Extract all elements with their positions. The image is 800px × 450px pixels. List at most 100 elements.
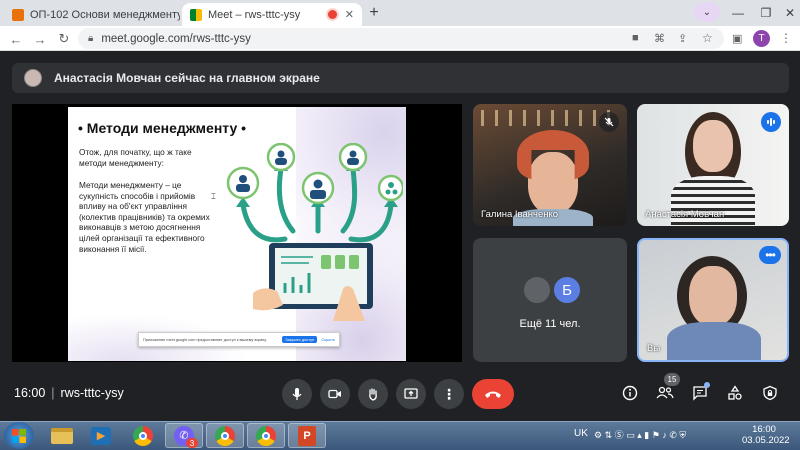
camera-button[interactable] bbox=[320, 379, 350, 409]
meeting-info: 16:00 | rws-tttc-ysy bbox=[14, 386, 124, 400]
hangup-icon bbox=[485, 391, 501, 398]
viber-tray-icon[interactable]: ✆ bbox=[669, 430, 677, 440]
screen-share-notice: Приложение meet.google.com предоставляет… bbox=[138, 332, 340, 347]
self-view-tile[interactable]: ••• Вы bbox=[637, 238, 789, 362]
raise-hand-button[interactable] bbox=[358, 379, 388, 409]
camera-icon bbox=[328, 389, 341, 399]
shared-slide: • Методи менеджменту • Отож, для початку… bbox=[68, 107, 406, 361]
participant-face bbox=[528, 152, 578, 214]
mic-off-icon bbox=[599, 112, 619, 132]
hand-icon bbox=[369, 388, 377, 401]
chrome-taskbar-app[interactable] bbox=[124, 423, 162, 448]
participant-name: Галина Іванченко bbox=[481, 209, 559, 220]
hide-notice-button[interactable]: Скрыть bbox=[321, 337, 335, 342]
close-tab-icon[interactable]: ✕ bbox=[345, 8, 354, 21]
shield-tray-icon[interactable]: ⛨ bbox=[679, 430, 686, 440]
camera-in-use-icon[interactable]: ■ bbox=[632, 32, 639, 44]
presenting-banner: Анастасія Мовчан сейчас на главном экран… bbox=[12, 63, 789, 93]
participant-avatar-photo bbox=[522, 275, 552, 305]
slide-title-text: Методи менеджменту bbox=[86, 120, 238, 136]
profile-avatar[interactable]: T bbox=[753, 30, 770, 47]
slide-body-line: (колектив працівників) та окремих bbox=[79, 211, 210, 222]
tab-course-title: ОП-102 Основи менеджменту bbox=[30, 8, 180, 21]
meet-favicon-icon bbox=[190, 8, 202, 21]
recording-dot-icon bbox=[327, 10, 337, 19]
powerpoint-logo-icon: P bbox=[298, 425, 316, 446]
language-indicator[interactable]: UK bbox=[574, 428, 588, 439]
back-arrow-icon[interactable]: ← bbox=[6, 29, 26, 49]
slide-body-line: сукупність способів і прийомів bbox=[79, 190, 196, 201]
tray-signal-icon[interactable]: ▮ bbox=[644, 430, 649, 440]
tray-flag-icon[interactable]: ⚑ bbox=[652, 430, 660, 440]
slide-body-line: впливу на об'єкт управління bbox=[79, 201, 187, 212]
host-controls-button[interactable] bbox=[756, 379, 784, 407]
new-tab-button[interactable]: + bbox=[365, 4, 383, 22]
share-icon[interactable]: ⇪ bbox=[678, 32, 687, 45]
skype-icon[interactable]: Ⓢ bbox=[615, 430, 624, 440]
tray-arrow-icon[interactable]: ▴ bbox=[637, 430, 642, 440]
translate-icon[interactable]: ⌘ bbox=[654, 32, 665, 45]
screen-share-notice-text: Приложение meet.google.com предоставляет… bbox=[143, 337, 267, 342]
participant-tile[interactable]: Галина Іванченко bbox=[473, 104, 627, 226]
participant-name: Анастасія Мовчан bbox=[645, 209, 725, 220]
chrome-logo-icon bbox=[133, 425, 153, 446]
chrome-profile-taskbar-app[interactable] bbox=[247, 423, 285, 448]
stop-sharing-button[interactable]: Закрыть доступ bbox=[282, 336, 318, 343]
viber-unread-badge: 3 bbox=[186, 438, 198, 448]
slide-body-line: Методи менеджменту – це bbox=[79, 180, 182, 190]
participant-face bbox=[689, 266, 737, 326]
start-button[interactable] bbox=[4, 422, 34, 449]
chrome-logo-icon bbox=[215, 425, 235, 446]
monitor-icon[interactable]: ▭ bbox=[626, 430, 635, 440]
slide-body-line: виконання її місії. bbox=[79, 243, 147, 254]
powerpoint-taskbar-app[interactable]: P bbox=[288, 423, 326, 448]
address-bar[interactable]: 🔒︎ meet.google.com/rws-tttc-ysy bbox=[78, 28, 724, 49]
participant-tile[interactable]: Анастасія Мовчан bbox=[637, 104, 789, 226]
tab-course[interactable]: ОП-102 Основи менеджменту ✕ bbox=[4, 3, 180, 26]
clock-date: 03.05.2022 bbox=[742, 435, 790, 446]
mouse-cursor-icon: ⌶ bbox=[211, 192, 216, 201]
menu-kebab-icon[interactable]: ⋮ bbox=[780, 31, 792, 45]
speaker-icon[interactable]: ♪ bbox=[662, 430, 667, 440]
chrome-logo-icon bbox=[256, 425, 276, 446]
slide-body-line: цілей організації та ефективного bbox=[79, 232, 205, 243]
more-options-button[interactable]: ⋮ bbox=[434, 379, 464, 409]
tab-search-chevron-icon[interactable]: ⌄ bbox=[694, 2, 720, 22]
tab-meet-title: Meet – rws-tttc-ysy bbox=[208, 8, 301, 21]
speaking-indicator-icon bbox=[761, 112, 781, 132]
url-text: meet.google.com/rws-tttc-ysy bbox=[101, 32, 251, 45]
bookmark-star-icon[interactable]: ☆ bbox=[702, 31, 713, 45]
presenter-avatar bbox=[24, 69, 42, 87]
tray-icons[interactable]: ⚙ ⇅ Ⓢ ▭ ▴ ▮ ⚑ ♪ ✆ ⛨ bbox=[594, 428, 686, 441]
settings-gear-icon[interactable]: ⚙ bbox=[594, 430, 602, 440]
slide-body-line: виконавців з метою досягнення bbox=[79, 222, 201, 233]
folder-icon bbox=[51, 427, 73, 444]
taskbar-clock[interactable]: 16:00 03.05.2022 bbox=[742, 424, 790, 446]
forward-arrow-icon[interactable]: → bbox=[30, 29, 50, 49]
more-options-dots-icon[interactable]: ••• bbox=[759, 246, 781, 264]
clock-time: 16:00 bbox=[752, 424, 776, 435]
tab-meet[interactable]: Meet – rws-tttc-ysy ✕ bbox=[182, 3, 362, 26]
more-participants-label: Ещё 11 чел. bbox=[519, 318, 581, 330]
close-window-icon[interactable]: ✕ bbox=[774, 0, 800, 26]
divider: | bbox=[51, 386, 55, 400]
activities-button[interactable] bbox=[721, 379, 749, 407]
more-participants-tile[interactable]: Б Ещё 11 чел. bbox=[473, 238, 627, 362]
media-player-taskbar-app[interactable]: ▶ bbox=[82, 423, 120, 448]
participant-avatar-letter: Б bbox=[552, 275, 582, 305]
present-screen-button[interactable] bbox=[396, 379, 426, 409]
slide-intro-line: методи менеджменту: bbox=[79, 157, 164, 168]
leave-call-button[interactable] bbox=[472, 379, 514, 409]
reload-icon[interactable]: ↻ bbox=[54, 29, 74, 49]
windows-logo-icon bbox=[12, 428, 26, 443]
chrome-window-taskbar-app[interactable] bbox=[206, 423, 244, 448]
meeting-details-button[interactable] bbox=[616, 379, 644, 407]
side-panel-icon[interactable]: ▣ bbox=[732, 32, 742, 45]
slide-intro: Отож, для початку, що ж таке методи мене… bbox=[79, 147, 192, 168]
network-icon[interactable]: ⇅ bbox=[605, 430, 613, 440]
management-illustration bbox=[226, 143, 403, 321]
bullet-dot-icon: • bbox=[241, 120, 247, 136]
bullet-dot-icon: • bbox=[78, 120, 83, 136]
mic-button[interactable] bbox=[282, 379, 312, 409]
explorer-taskbar-app[interactable] bbox=[43, 423, 81, 448]
